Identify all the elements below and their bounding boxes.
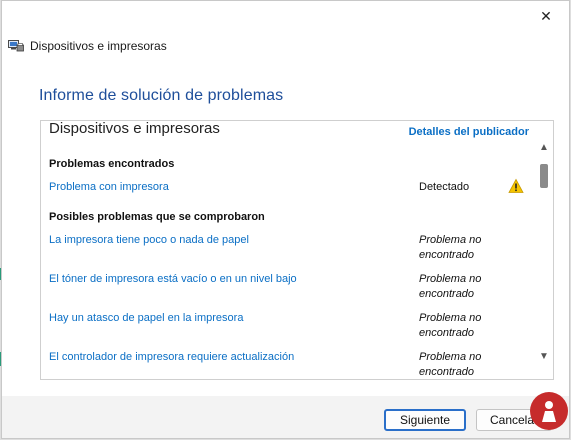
troubleshooter-window: ✕ Dispositivos e impresoras Informe de s… — [1, 0, 570, 439]
status-line: encontrado — [419, 327, 475, 339]
checked-problem-status: Problema no encontrado — [419, 350, 481, 379]
found-problems-header: Problemas encontrados — [49, 158, 175, 170]
window-title-bar: Dispositivos e impresoras — [8, 37, 167, 55]
checked-problem-status: Problema no encontrado — [419, 272, 481, 302]
checked-problem-link[interactable]: El controlador de impresora requiere act… — [49, 351, 294, 363]
checked-problem-link[interactable]: La impresora tiene poco o nada de papel — [49, 234, 249, 246]
checked-problems-header: Posibles problemas que se comprobaron — [49, 211, 265, 223]
page-heading: Informe de solución de problemas — [39, 87, 284, 104]
checked-problem-link[interactable]: Hay un atasco de papel en la impresora — [49, 312, 243, 324]
status-line: encontrado — [419, 288, 475, 300]
chevron-down-icon: ▼ — [539, 350, 549, 362]
checked-problem-link[interactable]: El tóner de impresora está vacío o en un… — [49, 273, 297, 285]
status-line: encontrado — [419, 366, 475, 378]
status-line: encontrado — [419, 249, 475, 261]
close-icon: ✕ — [540, 7, 552, 24]
report-title: Dispositivos e impresoras — [49, 121, 220, 137]
warning-icon — [508, 178, 524, 193]
window-title: Dispositivos e impresoras — [30, 39, 167, 53]
status-line: Problema no — [419, 312, 482, 324]
checked-problem-status: Problema no encontrado — [419, 311, 481, 341]
report-content: Dispositivos e impresoras Detalles del p… — [41, 121, 535, 379]
status-line: Problema no — [419, 234, 482, 246]
vertical-scrollbar[interactable]: ▲ ▼ — [535, 121, 553, 379]
next-button[interactable]: Siguiente — [384, 409, 466, 431]
checked-problem-status: Problema no encontrado — [419, 233, 481, 263]
person-logo-icon — [542, 401, 556, 422]
scroll-thumb[interactable] — [540, 164, 548, 188]
status-line: Problema no — [419, 351, 482, 363]
site-logo — [530, 392, 568, 430]
chevron-up-icon: ▲ — [539, 141, 549, 153]
status-line: Problema no — [419, 273, 482, 285]
found-problem-status: Detectado — [419, 181, 470, 193]
publisher-details-link[interactable]: Detalles del publicador — [409, 126, 529, 138]
scroll-down-button[interactable]: ▼ — [535, 348, 553, 364]
report-panel: Dispositivos e impresoras Detalles del p… — [40, 120, 554, 380]
close-button[interactable]: ✕ — [523, 1, 569, 31]
devices-printers-icon — [8, 39, 24, 53]
scroll-up-button[interactable]: ▲ — [535, 139, 553, 155]
found-problem-link[interactable]: Problema con impresora — [49, 181, 169, 193]
